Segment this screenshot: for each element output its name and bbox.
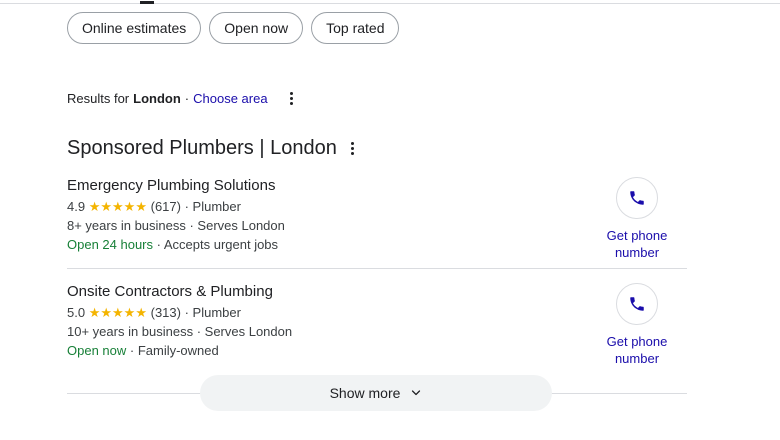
filter-chips: Online estimates Open now Top rated [67,12,400,44]
get-phone-label[interactable]: Get phone [587,333,687,350]
results-for-label: Results for [67,90,130,106]
chip-top-rated[interactable]: Top rated [311,12,400,44]
rating-value: 5.0 [67,305,86,320]
chevron-down-icon [410,387,422,399]
chip-online-estimates[interactable]: Online estimates [67,12,202,44]
get-phone-label[interactable]: Get phone [587,227,687,244]
get-phone-number-button[interactable]: Get phone number [587,283,687,367]
get-phone-number-button[interactable]: Get phone number [587,177,687,261]
open-status: Open now [67,343,127,358]
get-phone-label-number[interactable]: number [587,244,687,261]
phone-button-circle[interactable] [616,177,658,219]
top-divider [0,3,780,4]
phone-icon [630,191,644,205]
business-category: · Plumber [184,305,241,320]
results-location-bar: Results for London · Choose area [67,90,298,106]
choose-area-link[interactable]: Choose area [193,91,267,106]
listing-divider [67,268,687,269]
chip-open-now[interactable]: Open now [209,12,304,44]
phone-button-circle[interactable] [616,283,658,325]
results-location: London [133,90,181,106]
status-note: · Family-owned [129,343,219,358]
business-category: · Plumber [184,199,241,214]
status-note: · Accepts urgent jobs [156,237,279,252]
review-count: (313) [150,305,181,320]
show-more-button[interactable]: Show more [200,375,552,411]
open-status: Open 24 hours [67,237,154,252]
review-count: (617) [150,199,181,214]
more-vert-icon[interactable] [286,90,298,106]
tab-indicator [140,1,154,4]
star-icon: ★★★★★ [88,305,147,320]
phone-icon [630,297,644,311]
separator-dot: · [184,90,190,106]
rating-value: 4.9 [67,199,86,214]
section-title: Sponsored Plumbers | London [67,137,337,159]
get-phone-label-number[interactable]: number [587,350,687,367]
listing-item: Emergency Plumbing Solutions 4.9 ★★★★★ (… [67,177,687,260]
section-header: Sponsored Plumbers | London [67,137,359,160]
listing-item: Onsite Contractors & Plumbing 5.0 ★★★★★ … [67,283,687,366]
more-vert-icon[interactable] [347,141,359,157]
star-icon: ★★★★★ [88,199,147,214]
show-more-label: Show more [329,385,401,401]
